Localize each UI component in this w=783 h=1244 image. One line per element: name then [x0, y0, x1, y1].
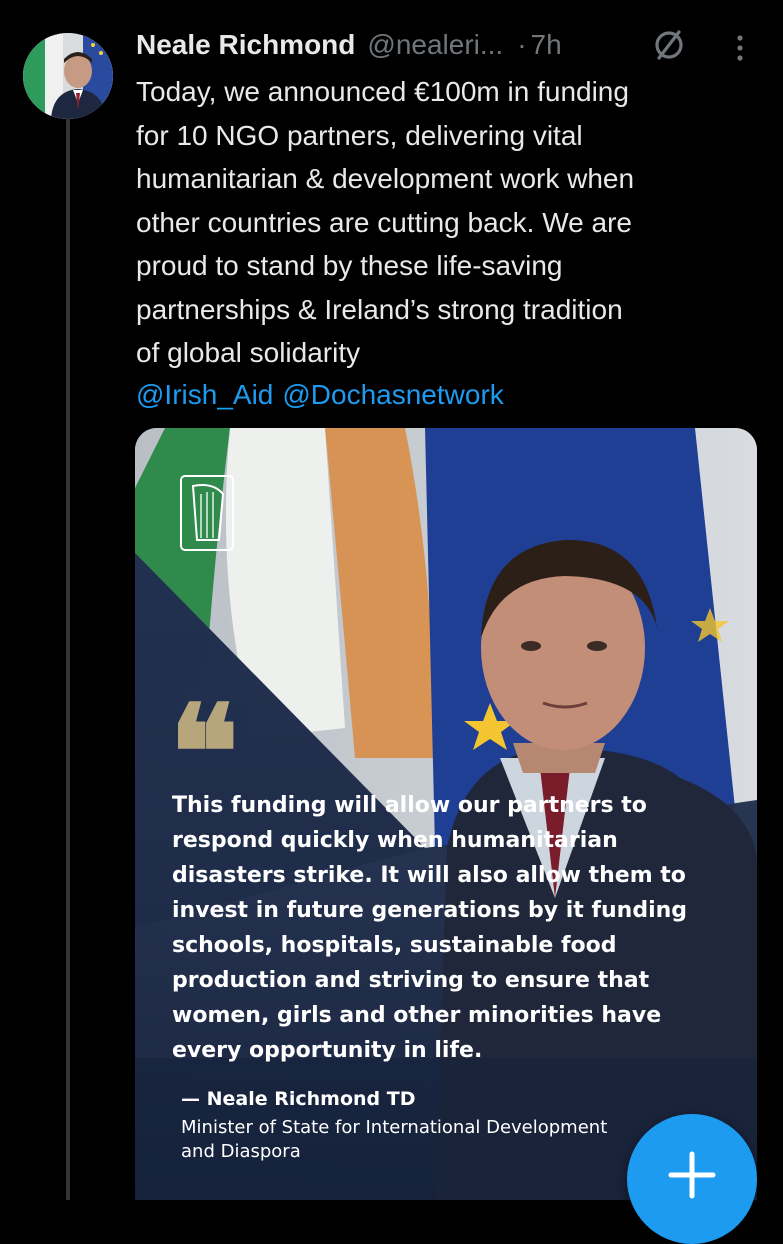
timestamp[interactable]: 7h [531, 29, 562, 61]
profile-photo [23, 33, 113, 119]
thread-connector-line [66, 118, 70, 1200]
quote-text: This funding will allow our partners to … [172, 788, 692, 1068]
tweet-body: Today, we announced €100m in funding for… [136, 70, 751, 375]
quote-line: respond quickly when humanitarian [172, 828, 618, 853]
tweet-body-line: proud to stand by these life-saving [136, 250, 563, 281]
quote-line: schools, hospitals, sustainable food [172, 933, 617, 958]
quote-line: disasters strike. It will also allow the… [172, 863, 686, 888]
attribution-name: — Neale Richmond TD [181, 1088, 416, 1110]
quote-line: every opportunity in life. [172, 1038, 483, 1063]
quote-line: women, girls and other minorities have [172, 1003, 662, 1028]
author-name[interactable]: Neale Richmond [136, 29, 355, 61]
more-vertical-icon[interactable] [731, 35, 749, 61]
tweet-body-line: humanitarian & development work when [136, 163, 635, 194]
tweet-body-line: of global solidarity [136, 337, 361, 368]
mention-dochas-network[interactable]: @Dochasnetwork [282, 373, 503, 416]
mentions: @Irish_Aid @Dochasnetwork [136, 373, 513, 416]
quote-line: invest in future generations by it fundi… [172, 898, 688, 923]
mention-irish-aid[interactable]: @Irish_Aid [136, 373, 273, 416]
tweet-header: Neale Richmond @nealeri... · 7h [136, 25, 766, 65]
quote-line: This funding will allow our partners to [172, 793, 647, 818]
tweet-body-line: Today, we announced €100m in funding [136, 76, 629, 107]
avatar[interactable] [23, 33, 113, 119]
tweet-body-line: partnerships & Ireland’s strong traditio… [136, 293, 623, 325]
author-handle[interactable]: @nealeri... [367, 29, 503, 61]
mute-slash-icon[interactable] [651, 27, 687, 63]
tweet-body-line: for 10 NGO partners, delivering vital [136, 119, 583, 151]
plus-icon [668, 1151, 716, 1199]
media-image-card[interactable]: ❝ This funding will allow our partners t… [135, 428, 757, 1200]
separator-dot: · [517, 29, 527, 60]
compose-post-button[interactable] [627, 1114, 757, 1244]
tweet-body-line: other countries are cutting back. We are [136, 206, 632, 238]
quote-line: production and striving to ensure that [172, 968, 650, 993]
